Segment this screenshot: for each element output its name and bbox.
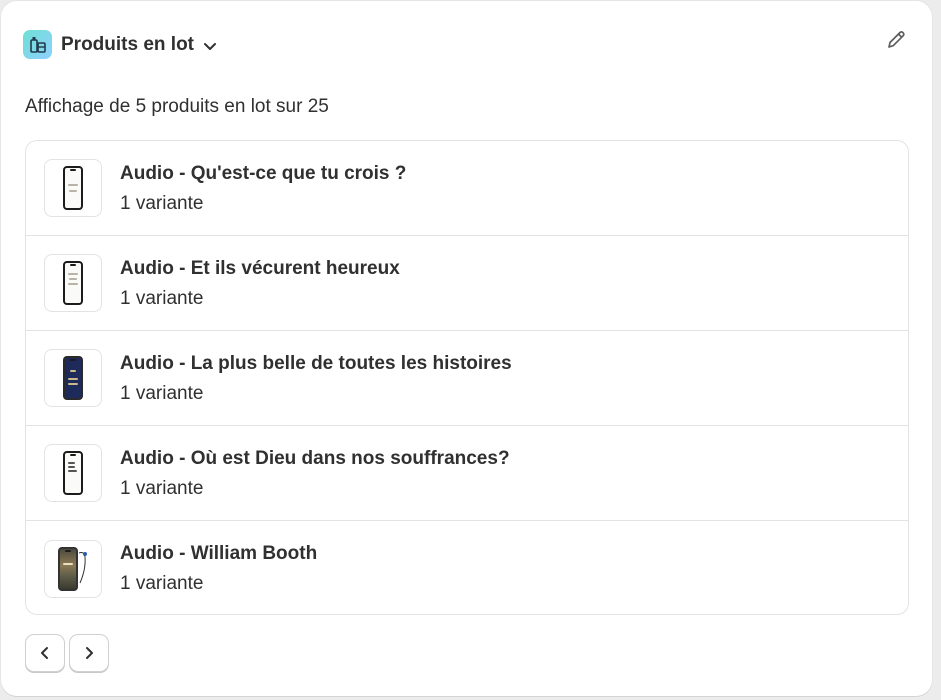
- phone-image: [63, 261, 83, 305]
- chevron-right-icon: [86, 647, 93, 659]
- phone-image: [63, 451, 83, 495]
- next-page-button[interactable]: [69, 634, 109, 672]
- earphones-icon: [78, 551, 87, 583]
- pagination: [25, 634, 109, 672]
- previous-page-button[interactable]: [25, 634, 65, 672]
- phone-image: [58, 546, 78, 591]
- chevron-left-icon: [41, 647, 48, 659]
- product-thumbnail: [44, 349, 102, 407]
- chevron-down-icon[interactable]: [203, 42, 217, 52]
- variant-count: 1 variante: [120, 382, 204, 404]
- bundled-products-card: Produits en lot Affichage de 5 produits …: [1, 1, 932, 696]
- results-summary: Affichage de 5 produits en lot sur 25: [25, 96, 329, 117]
- list-item[interactable]: Audio - Où est Dieu dans nos souffrances…: [26, 426, 908, 521]
- product-name[interactable]: Audio - Où est Dieu dans nos souffrances…: [120, 447, 510, 470]
- product-thumbnail: [44, 444, 102, 502]
- product-name[interactable]: Audio - Qu'est-ce que tu crois ?: [120, 162, 406, 185]
- list-item[interactable]: Audio - Et ils vécurent heureux 1 varian…: [26, 236, 908, 331]
- product-thumbnail: [44, 159, 102, 217]
- phone-image: [63, 356, 83, 400]
- bundle-app-icon: [23, 30, 52, 59]
- phone-image: [63, 166, 83, 210]
- card-title[interactable]: Produits en lot: [61, 34, 194, 56]
- list-item[interactable]: Audio - Qu'est-ce que tu crois ? 1 varia…: [26, 141, 908, 236]
- variant-count: 1 variante: [120, 287, 204, 309]
- variant-count: 1 variante: [120, 573, 204, 594]
- product-name[interactable]: Audio - Et ils vécurent heureux: [120, 257, 400, 280]
- pencil-icon[interactable]: [885, 29, 907, 51]
- variant-count: 1 variante: [120, 477, 204, 499]
- product-name[interactable]: Audio - La plus belle de toutes les hist…: [120, 352, 512, 375]
- product-list: Audio - Qu'est-ce que tu crois ? 1 varia…: [25, 140, 909, 615]
- card-header: Produits en lot: [23, 30, 217, 59]
- list-item[interactable]: Audio - La plus belle de toutes les hist…: [26, 331, 908, 426]
- product-thumbnail: [44, 539, 102, 598]
- variant-count: 1 variante: [120, 192, 204, 214]
- list-item[interactable]: Audio - William Booth 1 variante: [26, 521, 908, 614]
- product-thumbnail: [44, 254, 102, 312]
- product-name[interactable]: Audio - William Booth: [120, 542, 317, 565]
